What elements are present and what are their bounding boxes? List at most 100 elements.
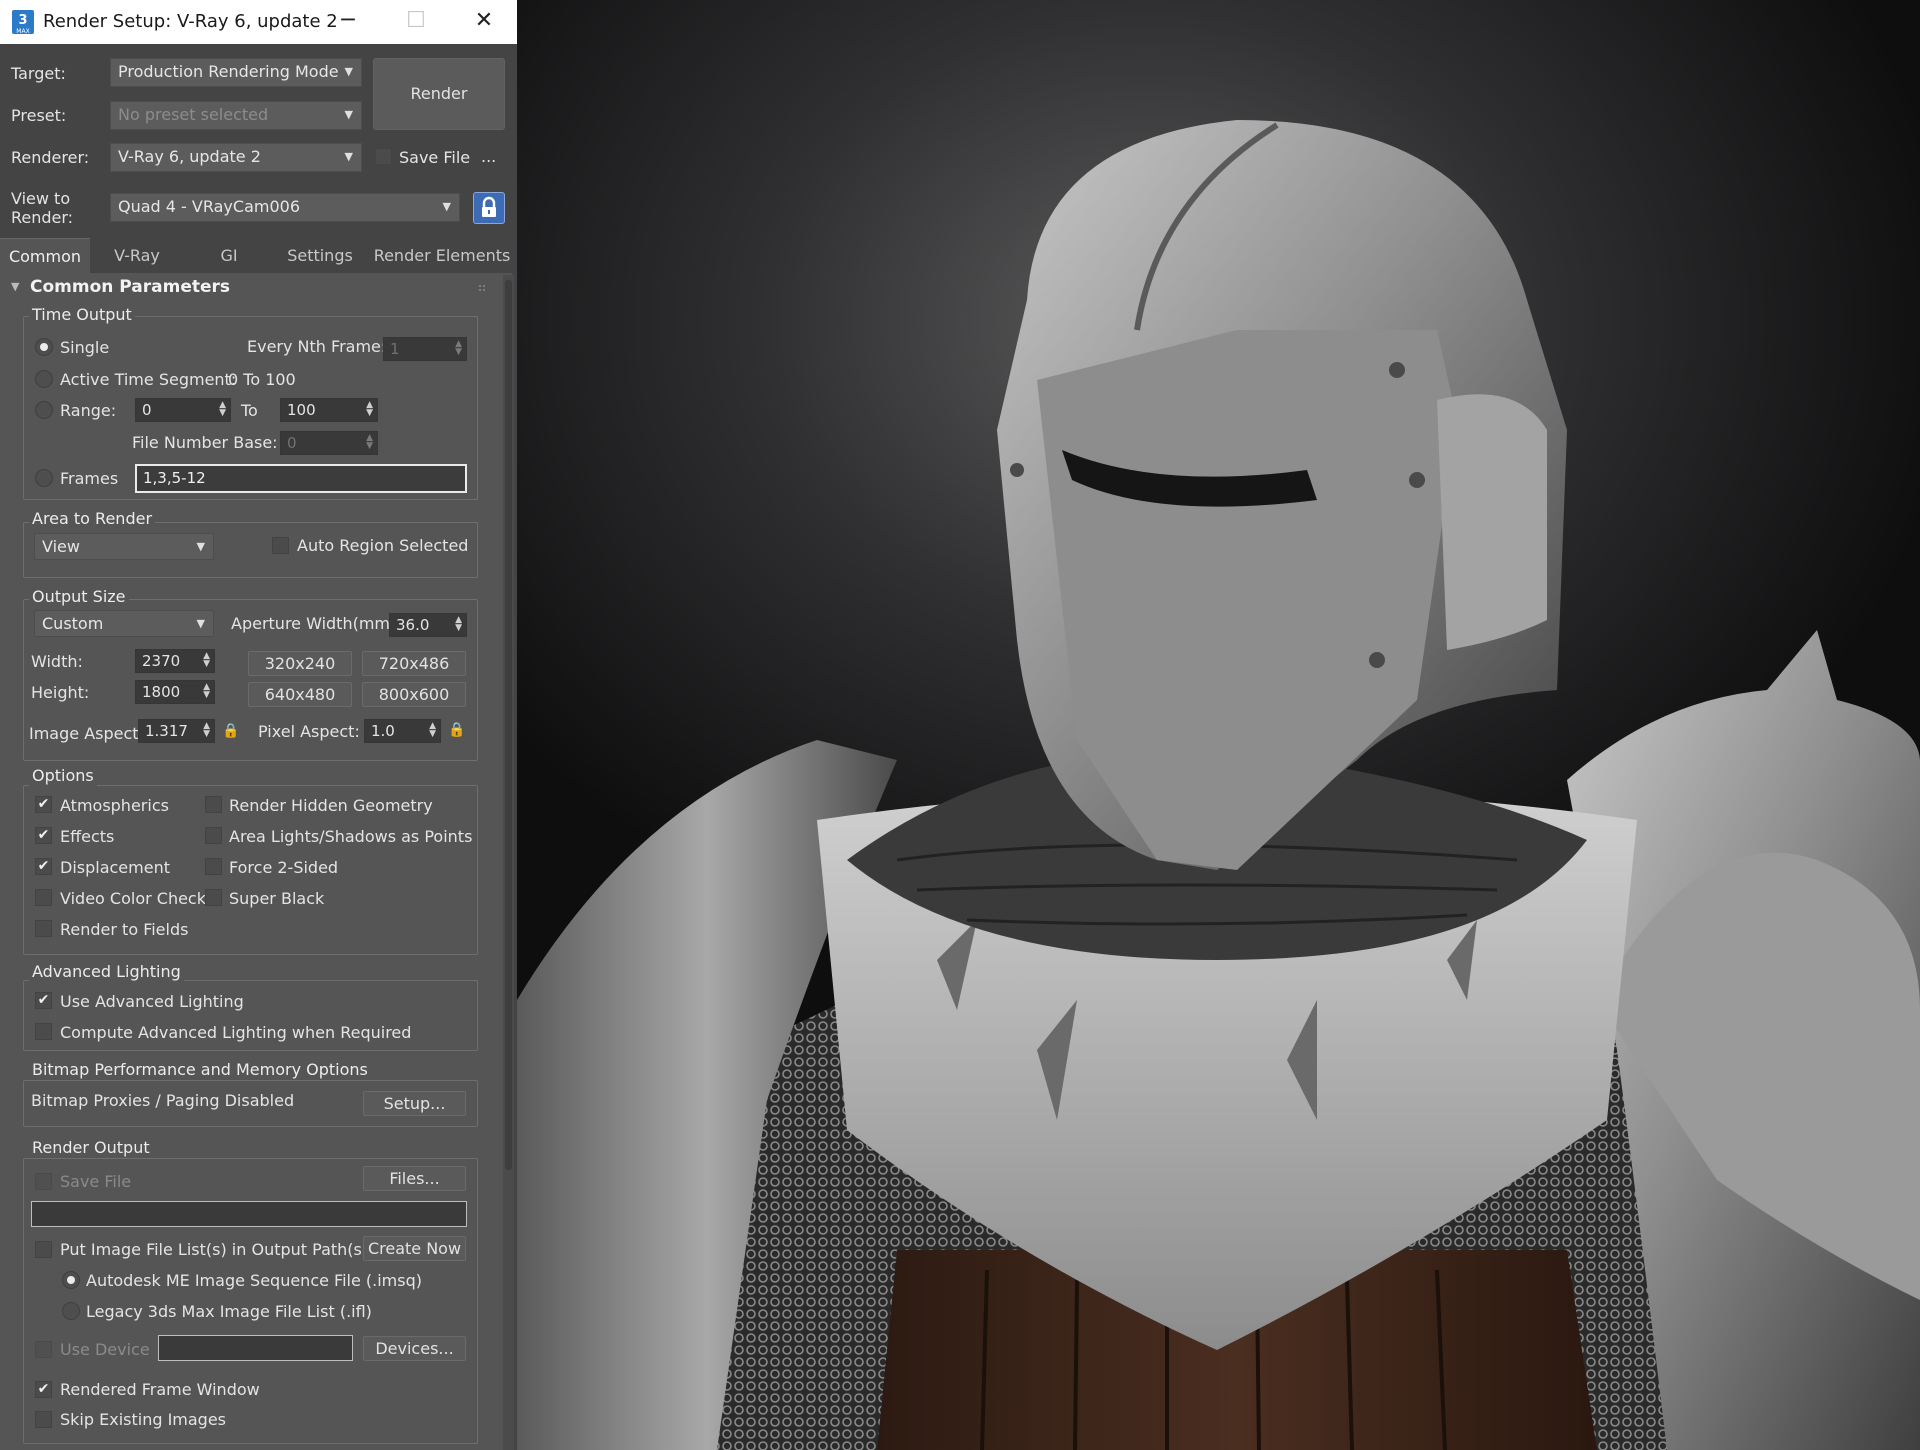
time-output-title: Time Output [29, 305, 135, 325]
dropdown-arrow-icon: ▼ [196, 617, 205, 630]
renderer-dropdown[interactable]: V-Ray 6, update 2 ▼ [110, 143, 362, 172]
file-number-base-value: 0 [287, 434, 297, 452]
advanced-lighting-title: Advanced Lighting [29, 962, 184, 982]
height-spinner[interactable]: 1800 ▲ ▼ [135, 680, 215, 704]
more-options-button[interactable]: ... [481, 147, 496, 167]
rendered-frame-window-checkbox[interactable]: ✔ [35, 1381, 52, 1398]
width-spinner[interactable]: 2370 ▲ ▼ [135, 649, 215, 673]
spinner-arrows-icon: ▲ ▼ [366, 433, 373, 451]
save-file-header-label: Save File [399, 148, 471, 167]
renderer-label: Renderer: [11, 148, 90, 167]
devices-button[interactable]: Devices... [363, 1336, 466, 1361]
area-to-render-title: Area to Render [29, 509, 156, 529]
active-time-segment-radio[interactable] [35, 370, 53, 388]
tab-gi[interactable]: GI [184, 238, 274, 273]
frames-label: Frames [60, 469, 119, 488]
spinner-arrows-icon: ▲ ▼ [203, 721, 210, 739]
put-image-file-list-checkbox[interactable] [35, 1241, 52, 1258]
use-advanced-lighting-label: Use Advanced Lighting [60, 992, 244, 1011]
create-now-button[interactable]: Create Now [363, 1236, 466, 1261]
range-from-spinner[interactable]: 0 ▲ ▼ [135, 398, 231, 422]
bitmap-setup-button[interactable]: Setup... [363, 1091, 466, 1116]
tab-settings[interactable]: Settings [276, 238, 364, 273]
preset-value: No preset selected [118, 105, 269, 124]
files-button[interactable]: Files... [363, 1166, 466, 1191]
tab-render-elements[interactable]: Render Elements [372, 238, 512, 273]
view-lock-button[interactable] [473, 192, 505, 224]
autodesk-me-label: Autodesk ME Image Sequence File (.imsq) [86, 1271, 422, 1290]
range-from-value: 0 [142, 401, 152, 419]
width-label: Width: [31, 652, 83, 671]
spinner-arrows-icon: ▲ ▼ [219, 400, 226, 418]
output-path-field[interactable] [31, 1201, 467, 1227]
preset-800x600-button[interactable]: 800x600 [362, 682, 466, 707]
rollout-grip-icon[interactable] [478, 279, 488, 291]
rollout-title[interactable]: Common Parameters [30, 277, 230, 297]
displacement-checkbox[interactable]: ✔ [35, 858, 52, 875]
super-black-checkbox[interactable] [205, 889, 222, 906]
area-lights-checkbox[interactable] [205, 827, 222, 844]
autodesk-me-radio[interactable] [62, 1271, 80, 1289]
auto-region-label: Auto Region Selected [297, 536, 469, 555]
aperture-width-spinner[interactable]: 36.0 ▲ ▼ [389, 613, 467, 637]
spinner-arrows-icon: ▲ ▼ [455, 339, 462, 357]
range-to-label: To [241, 401, 258, 420]
view-to-render-label: View to Render: [11, 189, 74, 227]
use-device-label: Use Device [60, 1340, 150, 1359]
range-radio[interactable] [35, 401, 53, 419]
preset-720x486-button[interactable]: 720x486 [362, 651, 466, 676]
use-advanced-lighting-checkbox[interactable]: ✔ [35, 992, 52, 1009]
every-nth-frame-spinner[interactable]: 1 ▲ ▼ [383, 337, 467, 361]
tab-bar: Common V-Ray GI Settings Render Elements [0, 238, 517, 273]
render-hidden-geometry-checkbox[interactable] [205, 796, 222, 813]
helmet-side-plate [1437, 394, 1547, 650]
spinner-arrows-icon: ▲ ▼ [429, 721, 436, 739]
pixel-aspect-label: Pixel Aspect: [258, 722, 360, 741]
video-color-check-label: Video Color Check [60, 889, 206, 908]
skip-existing-images-checkbox[interactable] [35, 1411, 52, 1428]
tab-common[interactable]: Common [0, 238, 90, 273]
effects-checkbox[interactable]: ✔ [35, 827, 52, 844]
renderer-value: V-Ray 6, update 2 [118, 147, 261, 166]
image-aspect-lock-icon[interactable]: 🔒 [222, 723, 239, 739]
frames-radio[interactable] [35, 469, 53, 487]
preset-320x240-button[interactable]: 320x240 [248, 651, 352, 676]
every-nth-frame-label: Every Nth Frame: [247, 337, 387, 356]
single-radio[interactable] [35, 338, 53, 356]
preset-640x480-button[interactable]: 640x480 [248, 682, 352, 707]
knight-render-image [517, 120, 1920, 1450]
frames-input[interactable]: 1,3,5-12 [135, 464, 467, 493]
atmospherics-checkbox[interactable]: ✔ [35, 796, 52, 813]
render-button[interactable]: Render [373, 58, 505, 130]
save-file-label: Save File [60, 1172, 132, 1191]
height-value: 1800 [142, 683, 181, 701]
tab-vray[interactable]: V-Ray [92, 238, 182, 273]
file-number-base-spinner[interactable]: 0 ▲ ▼ [280, 431, 378, 455]
scrollbar-thumb[interactable] [505, 280, 512, 1170]
area-to-render-dropdown[interactable]: View ▼ [34, 533, 214, 560]
pixel-aspect-lock-icon[interactable]: 🔒 [448, 722, 465, 738]
save-file-header-checkbox[interactable] [375, 148, 392, 165]
auto-region-checkbox[interactable] [272, 537, 289, 554]
preset-dropdown[interactable]: No preset selected ▼ [110, 101, 362, 130]
target-dropdown[interactable]: Production Rendering Mode ▼ [110, 58, 362, 87]
view-to-render-dropdown[interactable]: Quad 4 - VRayCam006 ▼ [110, 193, 460, 222]
options-title: Options [29, 766, 97, 786]
render-to-fields-checkbox[interactable] [35, 920, 52, 937]
compute-advanced-lighting-checkbox[interactable] [35, 1023, 52, 1040]
image-aspect-spinner[interactable]: 1.317 ▲ ▼ [138, 719, 215, 743]
minimize-button[interactable]: ─ [320, 0, 376, 44]
pixel-aspect-spinner[interactable]: 1.0 ▲ ▼ [364, 719, 441, 743]
dropdown-arrow-icon: ▼ [344, 108, 353, 121]
video-color-check-checkbox[interactable] [35, 889, 52, 906]
close-button[interactable]: ✕ [456, 0, 512, 44]
output-size-preset-dropdown[interactable]: Custom ▼ [34, 610, 214, 637]
active-time-segment-value: 0 To 100 [228, 370, 296, 389]
every-nth-frame-value: 1 [390, 340, 400, 358]
legacy-ifl-radio[interactable] [62, 1302, 80, 1320]
effects-label: Effects [60, 827, 115, 846]
range-to-spinner[interactable]: 100 ▲ ▼ [280, 398, 378, 422]
device-field[interactable] [158, 1335, 353, 1361]
force-2-sided-checkbox[interactable] [205, 858, 222, 875]
collapse-arrow-icon[interactable]: ▼ [11, 277, 19, 297]
